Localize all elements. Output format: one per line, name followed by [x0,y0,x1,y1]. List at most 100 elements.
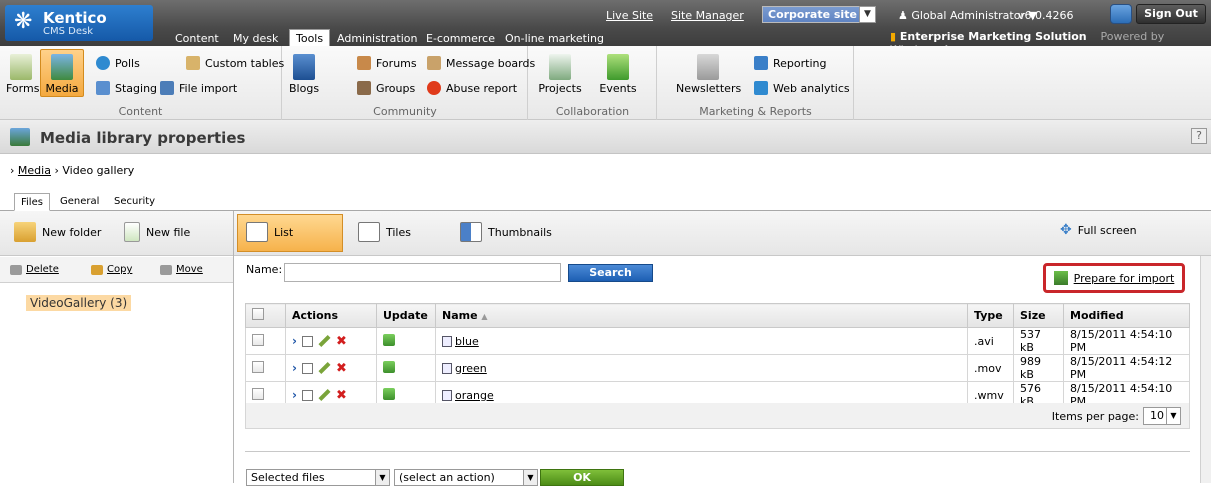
tab-files[interactable]: Files [14,193,50,211]
copy-button[interactable]: Copy [91,264,132,275]
abuse-report-button[interactable]: Abuse report [427,81,517,95]
forums-label: Forums [376,56,417,70]
vertical-scrollbar[interactable] [1200,256,1211,483]
header-actions: Actions [285,303,377,328]
row-checkbox[interactable] [252,360,264,373]
file-name-link[interactable]: green [455,362,487,375]
delete-button[interactable]: Delete [10,264,59,275]
abuse-report-label: Abuse report [446,81,518,95]
tab-my-desk[interactable]: My desk [233,32,278,45]
header-name[interactable]: Name ▲ [435,303,968,328]
edit-icon[interactable] [318,361,331,375]
prepare-for-import-button[interactable]: Prepare for import [1043,263,1185,293]
events-button[interactable]: Events [595,54,641,95]
ribbon-group-collaboration: Projects Events Collaboration [529,46,657,120]
list-view-button[interactable]: List [246,222,293,242]
full-screen-icon: ✥ [1060,222,1072,238]
file-name-link[interactable]: orange [455,389,494,402]
ribbon-group-marketing: Newsletters Reporting Web analytics Mark… [658,46,854,120]
update-icon[interactable] [383,360,395,373]
forums-button[interactable]: Forums [357,56,417,70]
tab-tools[interactable]: Tools [289,29,331,46]
reporting-button[interactable]: Reporting [754,56,826,70]
group-label-marketing: Marketing & Reports [699,105,812,118]
live-site-link[interactable]: Live Site [606,9,653,22]
blogs-button[interactable]: Blogs [289,54,319,95]
new-file-button[interactable]: New file [124,222,190,242]
header-update: Update [376,303,436,328]
tab-content[interactable]: Content [175,32,219,45]
delete-icon[interactable]: ✖ [336,388,347,403]
full-screen-button[interactable]: ✥ Full screen [1060,222,1137,238]
help-icon[interactable]: ? [1191,128,1207,144]
user-menu[interactable]: ♟ Global Administrator ▼ [898,9,1037,22]
tab-administration[interactable]: Administration [337,32,418,45]
file-name-link[interactable]: blue [455,335,479,348]
kentico-logo[interactable]: ❋ Kentico CMS Desk [5,5,153,41]
web-analytics-button[interactable]: Web analytics [754,81,850,95]
version-label: v6.0.4266 [1018,9,1074,22]
sign-out-button[interactable]: Sign Out [1136,4,1206,24]
newsletters-button[interactable]: Newsletters [676,54,741,95]
staging-button[interactable]: Staging [96,81,157,95]
projects-icon [549,54,571,80]
select-arrow-icon[interactable]: › [292,361,297,375]
projects-button[interactable]: Projects [535,54,585,95]
tiles-view-button[interactable]: Tiles [358,222,411,242]
update-icon[interactable] [383,387,395,400]
search-button[interactable]: Search [568,264,653,282]
abuse-report-icon [427,81,441,95]
tiles-icon [358,222,380,242]
delete-icon[interactable]: ✖ [336,334,347,349]
items-per-page-select[interactable]: 10 ▼ [1143,407,1181,425]
delete-icon[interactable]: ✖ [336,361,347,376]
media-button[interactable]: Media [44,54,80,95]
scope-select[interactable]: Selected files ▼ [246,469,390,486]
new-file-label: New file [146,225,191,239]
web-analytics-label: Web analytics [773,81,850,95]
forms-button[interactable]: Forms [6,54,39,95]
custom-tables-button[interactable]: Custom tables [186,56,284,70]
new-folder-icon [14,222,36,242]
help-globe-icon[interactable] [1110,4,1132,24]
sort-asc-icon: ▲ [481,312,488,321]
edit-icon[interactable] [318,388,331,402]
select-arrow-icon[interactable]: › [292,334,297,348]
forums-icon [357,56,371,70]
events-label: Events [599,82,637,95]
row-name: blue [435,327,968,355]
view-icon[interactable] [301,389,313,401]
polls-button[interactable]: Polls [96,56,140,70]
file-icon [442,390,452,401]
move-button[interactable]: Move [160,264,203,275]
tab-online-marketing[interactable]: On-line marketing [505,32,604,45]
select-all-checkbox[interactable] [252,308,264,320]
site-selector[interactable]: Corporate site ▼ [762,6,876,23]
tab-e-commerce[interactable]: E-commerce [426,32,495,45]
update-icon[interactable] [383,333,395,346]
name-input[interactable] [284,263,561,282]
row-actions: › ✖ [285,327,377,355]
tab-general[interactable]: General [54,193,105,211]
new-folder-button[interactable]: New folder [14,222,101,242]
select-arrow-icon[interactable]: › [292,388,297,402]
edit-icon[interactable] [318,334,331,348]
file-import-button[interactable]: File import [160,81,237,95]
chevron-right-icon: › [10,164,15,177]
groups-button[interactable]: Groups [357,81,415,95]
view-icon[interactable] [301,335,313,347]
thumbnails-view-button[interactable]: Thumbnails [460,222,552,242]
message-boards-button[interactable]: Message boards [427,56,535,70]
tree-node-videogallery[interactable]: VideoGallery (3) [26,295,132,311]
action-select[interactable]: (select an action) ▼ [394,469,538,486]
ok-button[interactable]: OK [540,469,624,486]
row-checkbox[interactable] [252,387,264,400]
row-checkbox[interactable] [252,333,264,346]
view-icon[interactable] [301,362,313,374]
breadcrumb-media-link[interactable]: Media [18,164,51,177]
header-name-label: Name [442,309,478,322]
row-modified: 8/15/2011 4:54:12 PM [1063,354,1190,382]
tab-security[interactable]: Security [108,193,161,211]
media-library-icon [10,128,30,146]
site-manager-link[interactable]: Site Manager [671,9,744,22]
